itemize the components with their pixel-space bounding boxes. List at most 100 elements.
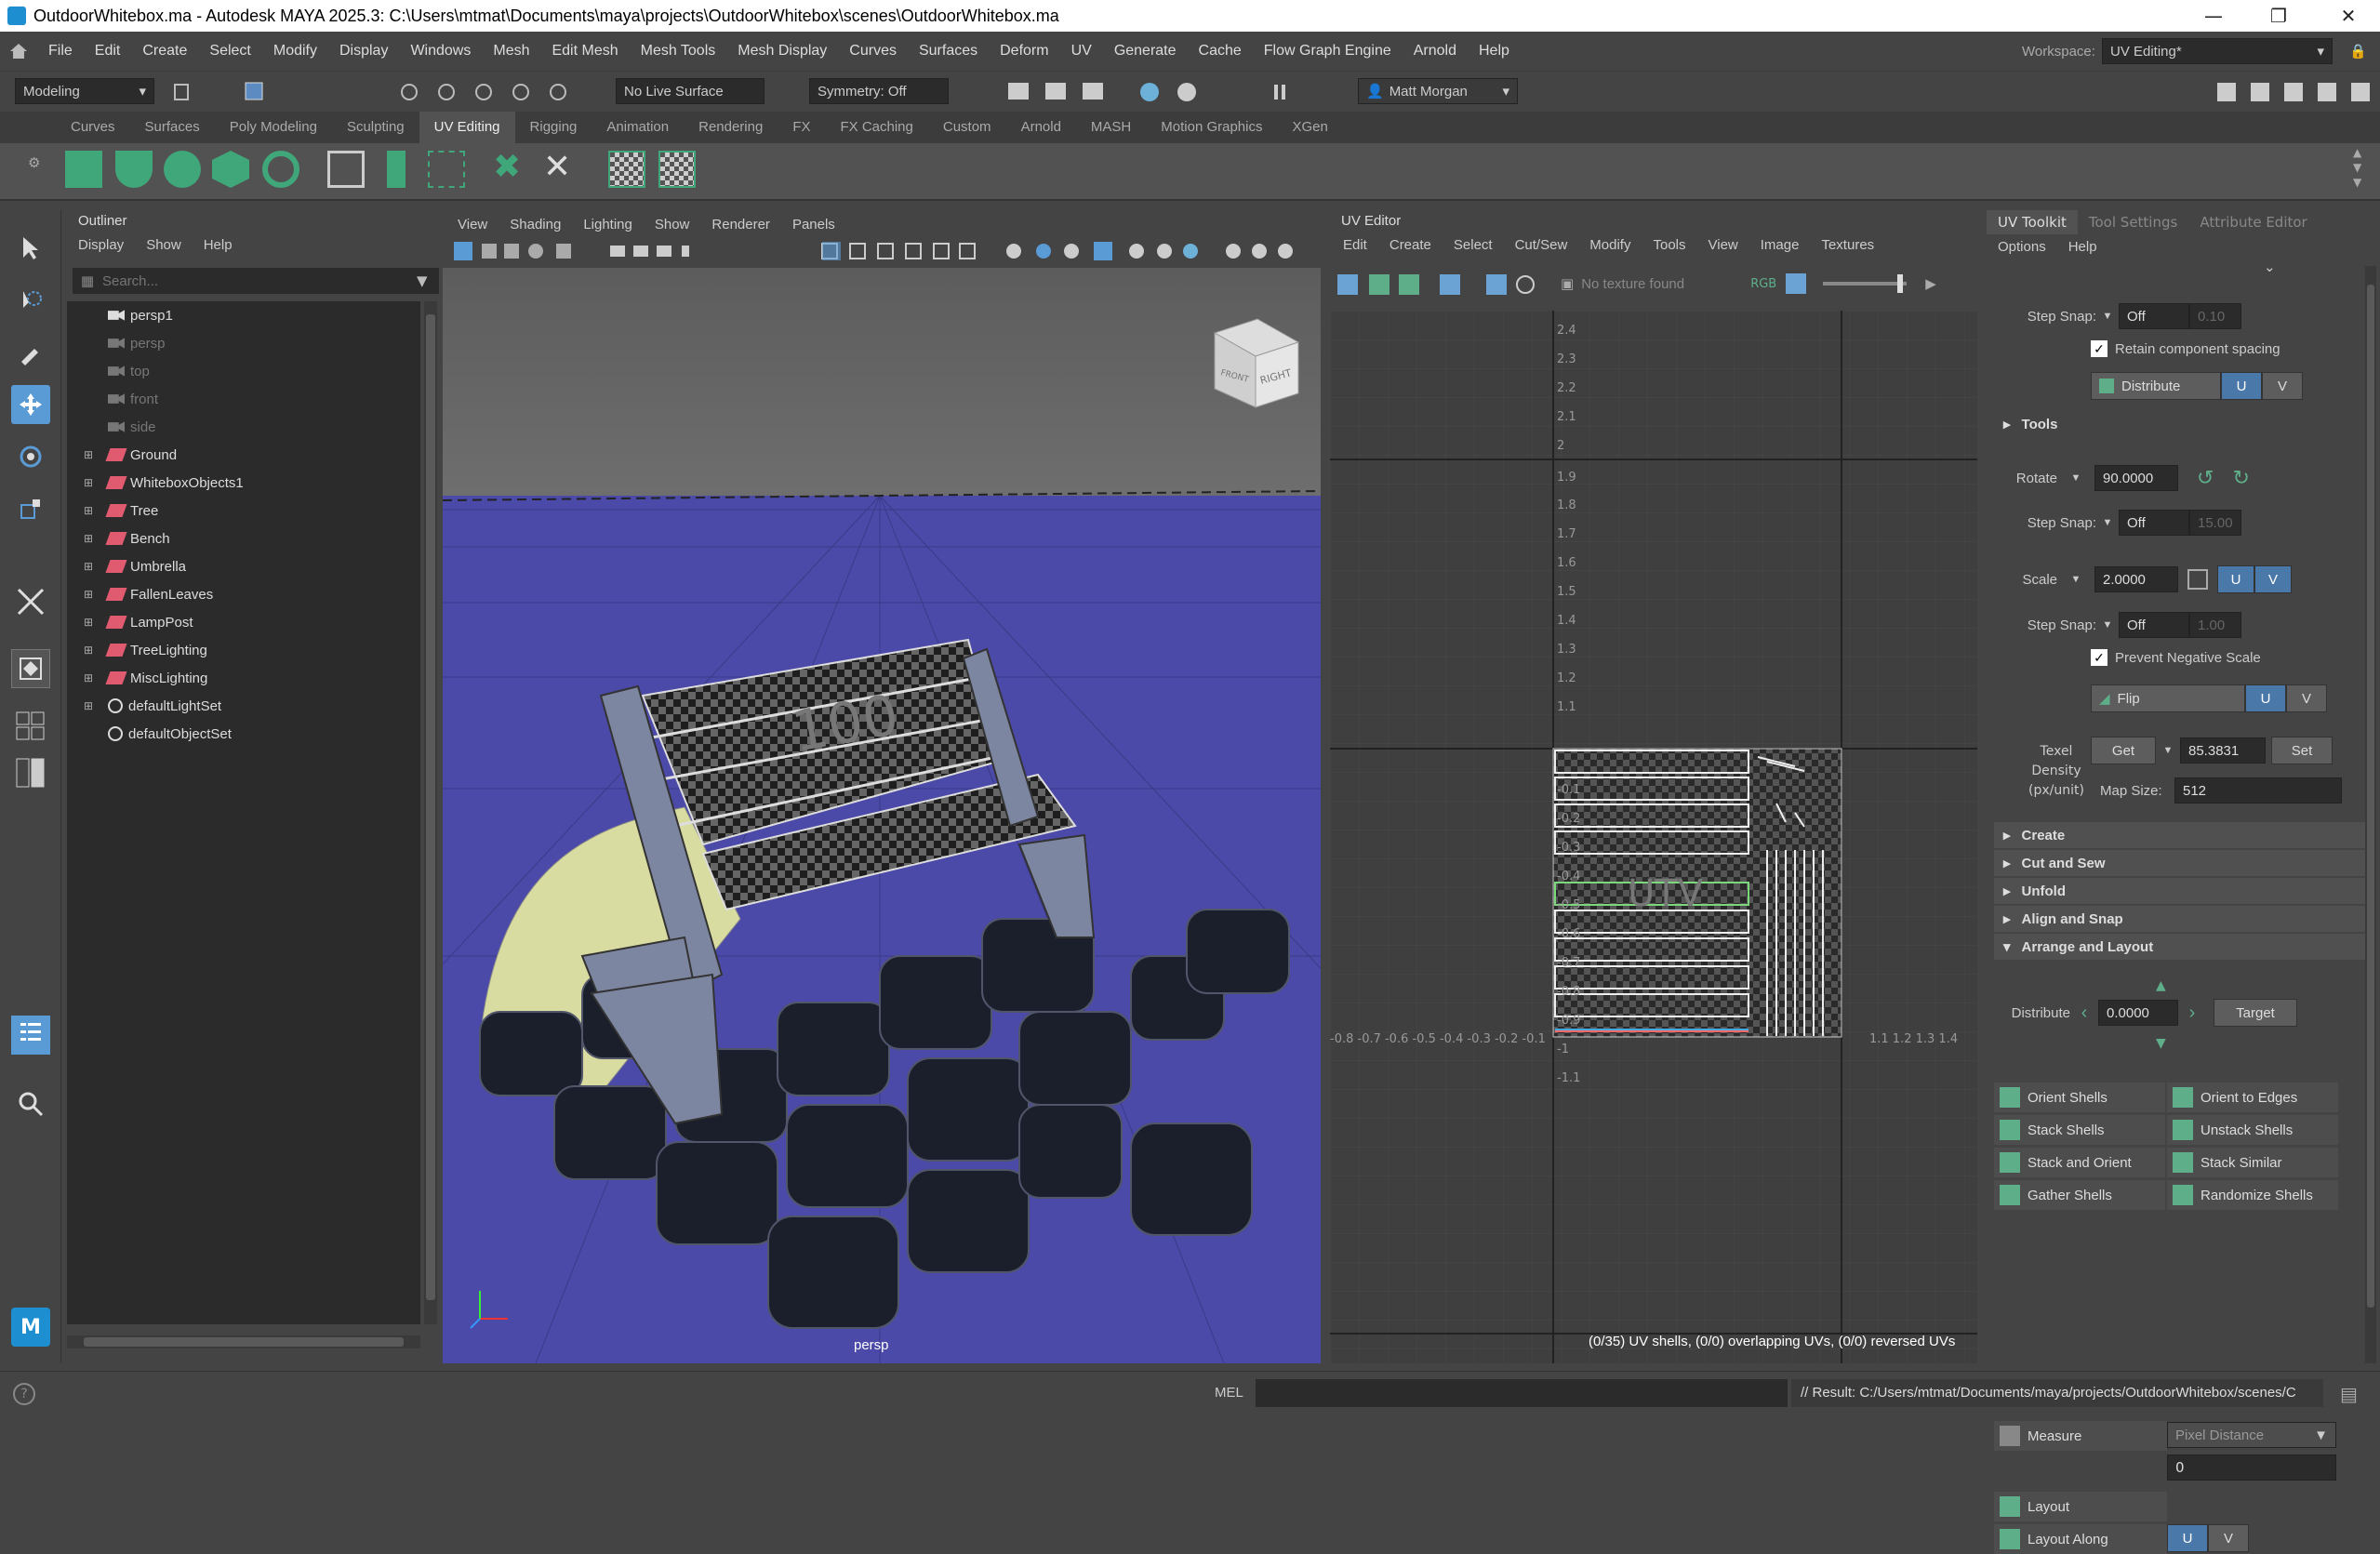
map-size-field[interactable]: 512 bbox=[2174, 777, 2342, 804]
measure-button[interactable]: Measure bbox=[1994, 1421, 2167, 1451]
viewport-menu-renderer[interactable]: Renderer bbox=[700, 217, 781, 232]
uv-canvas[interactable]: UTV 2.4 2.3 2.2 2.1 2 1.9 1.8 1.7 1.6 1.5 1.4 1.3 1.… bbox=[1330, 311, 1977, 1363]
layout-u-button[interactable]: U bbox=[2167, 1524, 2208, 1552]
chevron-down-icon[interactable]: ▼ bbox=[2057, 574, 2094, 585]
outliner-item[interactable]: ⊞ TreeLighting bbox=[67, 636, 420, 664]
expand-icon[interactable]: ⊞ bbox=[84, 532, 100, 545]
uv-menu-edit[interactable]: Edit bbox=[1332, 237, 1378, 253]
tab-tool-settings[interactable]: Tool Settings bbox=[2078, 214, 2188, 231]
outliner-item[interactable]: front bbox=[67, 385, 420, 413]
unfold-icon[interactable]: ✖ bbox=[493, 151, 530, 188]
shelf-tab-custom[interactable]: Custom bbox=[928, 112, 1006, 143]
rotate-cw-icon[interactable]: ↻ bbox=[2232, 466, 2249, 490]
outliner-item[interactable]: ⊞ Umbrella bbox=[67, 552, 420, 580]
uv-menu-modify[interactable]: Modify bbox=[1578, 237, 1642, 253]
section-cut-and-sew[interactable]: ▸ Cut and Sew bbox=[1994, 850, 2366, 876]
uv-sew-icon[interactable] bbox=[387, 151, 406, 188]
shelf-tab-rendering[interactable]: Rendering bbox=[684, 112, 778, 143]
selection-tools-icons[interactable] bbox=[167, 79, 605, 105]
outliner-menu-display[interactable]: Display bbox=[67, 237, 135, 253]
uv-planar-icon[interactable] bbox=[65, 151, 102, 188]
uv-menu-view[interactable]: View bbox=[1697, 237, 1749, 253]
uv-spherical-icon[interactable] bbox=[164, 151, 201, 188]
step-snap-amount[interactable]: 0.10 bbox=[2189, 303, 2241, 329]
single-pane-icon[interactable] bbox=[11, 649, 50, 688]
maya-app-icon[interactable]: M bbox=[11, 1308, 50, 1347]
user-select[interactable]: 👤 Matt Morgan ▾ bbox=[1358, 78, 1518, 104]
chevron-down-icon[interactable]: ▼ bbox=[2156, 1036, 2166, 1051]
expand-icon[interactable]: ⊞ bbox=[84, 504, 100, 517]
step-snap-field[interactable]: Off bbox=[2119, 303, 2189, 329]
chevron-down-icon[interactable]: ⌄ bbox=[2264, 259, 2276, 275]
menu-create[interactable]: Create bbox=[131, 43, 198, 60]
image-icon[interactable] bbox=[1786, 273, 1807, 294]
expand-icon[interactable]: ⊞ bbox=[84, 588, 100, 601]
viewport-menu-view[interactable]: View bbox=[446, 217, 499, 232]
layout-button[interactable]: Layout bbox=[1994, 1492, 2167, 1521]
manipulator-icon[interactable] bbox=[11, 582, 50, 621]
shelf-tab-uv-editing[interactable]: UV Editing bbox=[419, 112, 515, 143]
minimize-icon[interactable]: — bbox=[2186, 0, 2241, 32]
shelf-tab-rigging[interactable]: Rigging bbox=[515, 112, 592, 143]
scale-tool-icon[interactable] bbox=[11, 489, 50, 528]
checker-icon[interactable] bbox=[608, 151, 645, 188]
shelf-tab-poly-modeling[interactable]: Poly Modeling bbox=[215, 112, 332, 143]
filter-icon[interactable]: ▦ bbox=[73, 272, 102, 289]
exposure-slider[interactable] bbox=[1823, 274, 1908, 293]
chevron-up-icon[interactable]: ▲ bbox=[2156, 978, 2166, 993]
outliner-item[interactable]: ⊞ FallenLeaves bbox=[67, 580, 420, 608]
camera-icon[interactable]: ▣ bbox=[1561, 275, 1574, 292]
toolkit-scrollbar[interactable] bbox=[2365, 266, 2376, 1363]
orient-to-edges-button[interactable]: Orient to Edges bbox=[2167, 1082, 2338, 1112]
flip-button[interactable]: ◢ Flip bbox=[2091, 684, 2245, 712]
uv-menu-image[interactable]: Image bbox=[1749, 237, 1811, 253]
distribute-v-button[interactable]: V bbox=[2262, 372, 2303, 400]
gather-shells-button[interactable]: Gather Shells bbox=[1994, 1180, 2165, 1210]
shelf-tab-sculpting[interactable]: Sculpting bbox=[332, 112, 419, 143]
scroll-thumb[interactable] bbox=[2367, 285, 2374, 1308]
menu-edit[interactable]: Edit bbox=[84, 43, 132, 60]
viewport-menu-lighting[interactable]: Lighting bbox=[572, 217, 644, 232]
chevron-left-icon[interactable]: ‹ bbox=[2070, 1003, 2098, 1024]
outliner-item[interactable]: persp1 bbox=[67, 301, 420, 329]
shelf-tab-curves[interactable]: Curves bbox=[56, 112, 130, 143]
lock-icon[interactable]: 🔒 bbox=[2349, 43, 2367, 60]
expand-icon[interactable]: ⊞ bbox=[84, 448, 100, 461]
shelf-tab-fx-caching[interactable]: FX Caching bbox=[826, 112, 928, 143]
scale-snap-amount[interactable]: 1.00 bbox=[2189, 612, 2241, 638]
viewport-toolbar[interactable] bbox=[452, 238, 1308, 264]
viewport-menu-panels[interactable]: Panels bbox=[781, 217, 846, 232]
menu-modify[interactable]: Modify bbox=[262, 43, 328, 60]
uv-cylindrical-icon[interactable] bbox=[115, 151, 153, 188]
chevron-right-icon[interactable]: ▶ bbox=[1925, 275, 1936, 292]
uv-menu-tools[interactable]: Tools bbox=[1642, 237, 1696, 253]
shelf-tab-mash[interactable]: MASH bbox=[1076, 112, 1146, 143]
menu-windows[interactable]: Windows bbox=[399, 43, 482, 60]
layout-icon[interactable]: ✕ bbox=[543, 151, 580, 188]
scale-uniform-icon[interactable] bbox=[2187, 569, 2208, 590]
outliner-search[interactable]: ▦ ▼ bbox=[73, 268, 439, 294]
symmetry-select[interactable]: Symmetry: Off bbox=[809, 78, 949, 104]
move-tool-icon[interactable] bbox=[11, 385, 50, 424]
menu-options[interactable]: Options bbox=[1987, 239, 2057, 255]
menu-arnold[interactable]: Arnold bbox=[1403, 43, 1468, 60]
distribute-u-button[interactable]: U bbox=[2221, 372, 2262, 400]
uv-move-sew-icon[interactable] bbox=[428, 151, 465, 188]
hscroll-thumb[interactable] bbox=[84, 1337, 404, 1347]
chevron-down-icon[interactable]: ▼ bbox=[2096, 619, 2119, 631]
section-tools[interactable]: ▸ Tools bbox=[1994, 411, 2366, 437]
rotate-snap-amount[interactable]: 15.00 bbox=[2189, 510, 2241, 536]
menu-mesh[interactable]: Mesh bbox=[482, 43, 540, 60]
menu-mesh-display[interactable]: Mesh Display bbox=[726, 43, 838, 60]
menu-uv[interactable]: UV bbox=[1060, 43, 1103, 60]
menu-curves[interactable]: Curves bbox=[838, 43, 908, 60]
uv-menu-select[interactable]: Select bbox=[1443, 237, 1504, 253]
outliner-scrollbar[interactable] bbox=[424, 301, 437, 1324]
rotate-ccw-icon[interactable]: ↺ bbox=[2197, 466, 2214, 490]
measure-mode-select[interactable]: Pixel Distance ▼ bbox=[2167, 1422, 2336, 1448]
retain-spacing-checkbox[interactable]: ✓ bbox=[2091, 340, 2107, 357]
scale-snap-field[interactable]: Off bbox=[2119, 612, 2189, 638]
texel-set-button[interactable]: Set bbox=[2271, 737, 2333, 764]
layout-v-button[interactable]: V bbox=[2208, 1524, 2249, 1552]
outliner-hscrollbar[interactable] bbox=[67, 1335, 420, 1348]
